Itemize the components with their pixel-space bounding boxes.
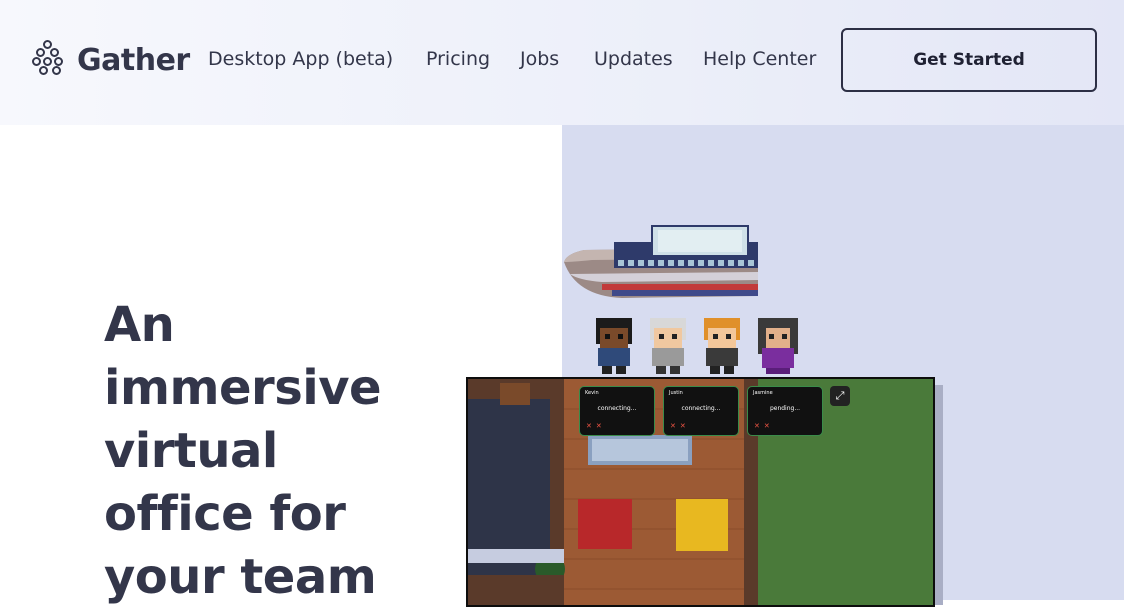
- muted-icons: ✕✕: [754, 422, 774, 430]
- video-card-status: pending...: [769, 405, 801, 412]
- video-card-name: Kevin: [585, 390, 599, 396]
- nav-item-label: Help Center: [703, 48, 817, 70]
- nav-item-label: Pricing: [426, 48, 491, 70]
- avatar-grey-hair: [650, 318, 686, 374]
- video-card-kevin[interactable]: Kevin connecting... ✕✕: [579, 386, 655, 436]
- pixel-ship-illustration: [564, 225, 758, 298]
- nav-desktop-app[interactable]: Desktop App (beta): [208, 48, 393, 72]
- hero-headline: An immersive virtual office for your tea…: [104, 294, 434, 609]
- gather-grape-logo-icon: [32, 40, 64, 80]
- video-card-jasmine[interactable]: Jasmine pending... ✕✕: [747, 386, 823, 436]
- nav-jobs[interactable]: Jobs: [520, 48, 559, 72]
- muted-icons: ✕✕: [670, 422, 690, 430]
- game-preview-screen: Kevin connecting... ✕✕ Justin connecting…: [466, 377, 935, 607]
- avatar-orange-hair: [704, 318, 740, 374]
- brand-logo[interactable]: Gather: [32, 40, 190, 80]
- avatar-dark-hair: [596, 318, 632, 374]
- avatar-long-hair: [758, 318, 798, 374]
- nav-pricing[interactable]: Pricing: [426, 48, 490, 72]
- pixel-avatars-group: [590, 316, 810, 378]
- headline-line: An: [104, 297, 175, 353]
- nav-item-label: Jobs: [520, 48, 560, 70]
- site-header: Gather Desktop App (beta) Pricing Jobs U…: [0, 0, 1124, 125]
- nav-help-center[interactable]: Help Center: [703, 48, 816, 72]
- nav-item-label: Desktop App (beta): [208, 48, 394, 70]
- video-card-name: Jasmine: [753, 390, 773, 396]
- muted-icons: ✕✕: [586, 422, 606, 430]
- video-card-status: connecting...: [597, 405, 637, 412]
- headline-line: immersive: [104, 360, 382, 416]
- get-started-button[interactable]: Get Started: [841, 28, 1097, 92]
- video-card-justin[interactable]: Justin connecting... ✕✕: [663, 386, 739, 436]
- expand-icon[interactable]: ⤢: [830, 386, 850, 406]
- headline-line: virtual: [104, 423, 278, 479]
- nav-updates[interactable]: Updates: [594, 48, 673, 72]
- video-card-status: connecting...: [681, 405, 721, 412]
- headline-line: office for: [104, 486, 346, 542]
- video-card-name: Justin: [669, 390, 683, 396]
- nav-item-label: Updates: [594, 48, 673, 70]
- brand-name: Gather: [77, 42, 190, 78]
